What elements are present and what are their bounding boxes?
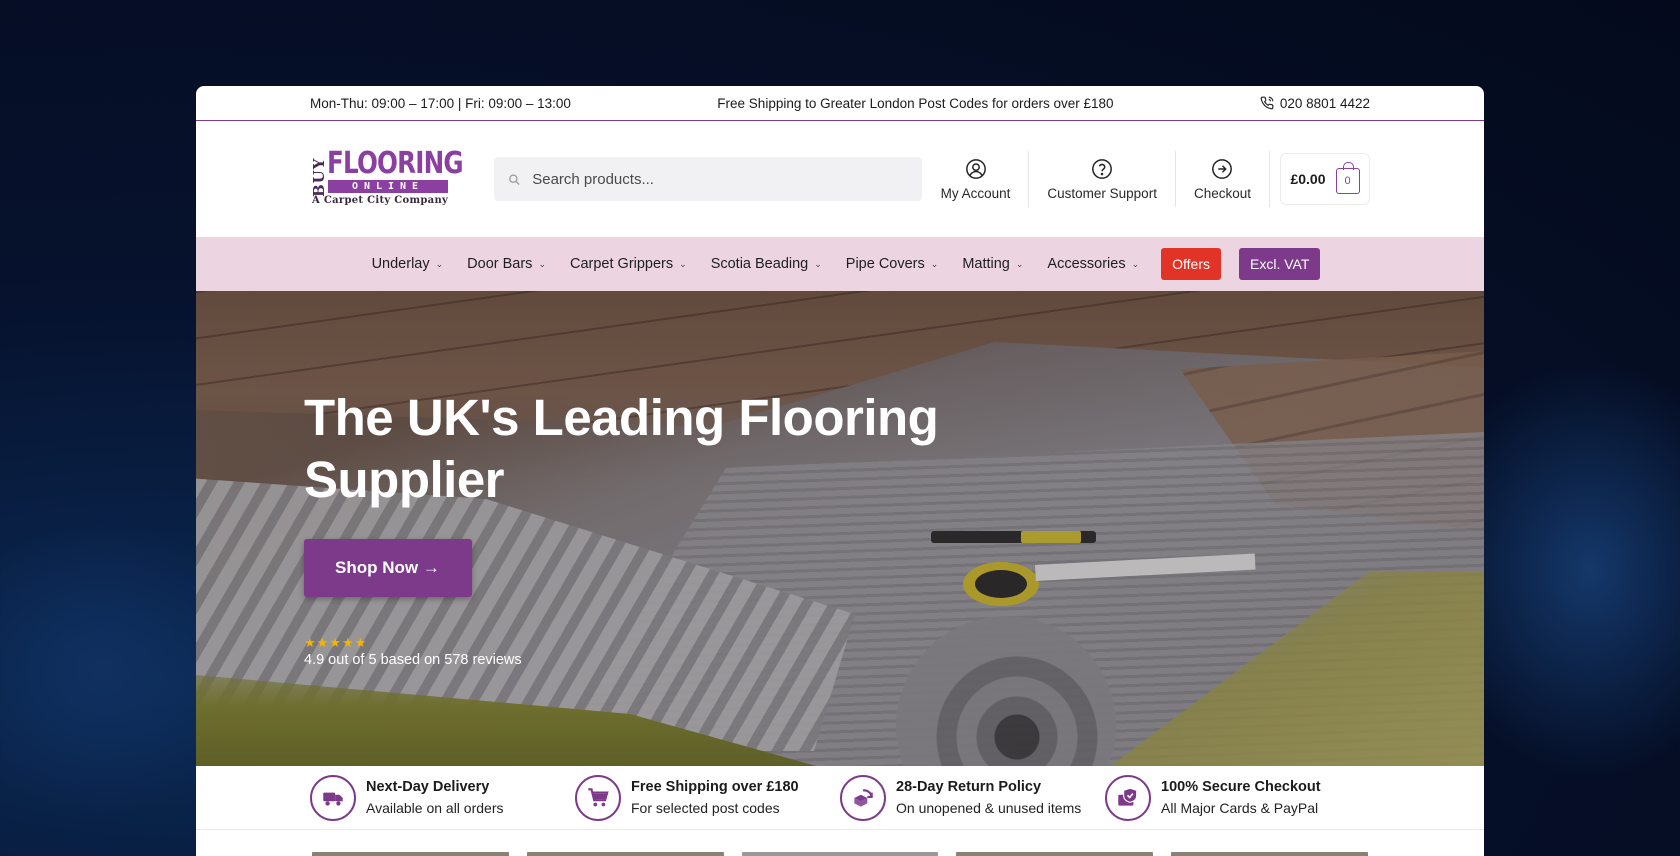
feature-title: 28-Day Return Policy: [896, 779, 1042, 795]
cart-count: 0: [1344, 175, 1351, 187]
nav-label: Door Bars: [467, 256, 533, 272]
nav-label: Pipe Covers: [845, 256, 925, 272]
browser-window: Mon-Thu: 09:00 – 17:00 | Fri: 09:00 – 13…: [196, 86, 1484, 856]
opening-hours: Mon-Thu: 09:00 – 17:00 | Fri: 09:00 – 13…: [310, 95, 571, 111]
feature-subtitle: For selected post codes: [631, 800, 780, 816]
chevron-down-icon: ⌄: [814, 258, 822, 269]
return-box-icon: [840, 774, 886, 821]
category-thumbnails: [196, 830, 1484, 856]
nav-label: Carpet Grippers: [569, 256, 674, 272]
offers-button[interactable]: Offers: [1161, 248, 1222, 280]
logo-buy: BUY: [310, 157, 328, 197]
chevron-down-icon: ⌄: [1131, 258, 1140, 269]
checkout-link[interactable]: Checkout: [1176, 151, 1270, 207]
nav-item-scotia-beading[interactable]: Scotia Beading ⌄: [699, 256, 834, 272]
logo-tagline: A Carpet City Company: [312, 195, 449, 206]
nav-label: Accessories: [1047, 256, 1126, 272]
logo-flooring: FLOORING: [327, 146, 464, 181]
header-actions: My Account Customer Support Checkout £0.…: [923, 151, 1370, 207]
category-thumbnail[interactable]: [741, 852, 939, 856]
phone-link[interactable]: 020 8801 4422: [1260, 96, 1370, 111]
hero-title: The UK's Leading Flooring Supplier: [304, 389, 939, 508]
rating-stars-icon: ★★★★★: [304, 635, 368, 650]
category-thumbnail[interactable]: [1171, 852, 1368, 856]
category-thumbnail[interactable]: [956, 852, 1154, 856]
arrow-right-circle-icon: [1212, 158, 1233, 179]
help-question-icon: [1092, 158, 1113, 179]
main-navigation: Underlay ⌄ Door Bars ⌄ Carpet Grippers ⌄ Sc…: [196, 237, 1484, 291]
nav-item-matting[interactable]: Matting ⌄: [950, 256, 1035, 272]
site-logo[interactable]: BUY FLOORING ONLINE A Carpet City Compan…: [310, 148, 464, 210]
search-bar: [494, 157, 922, 201]
feature-free-shipping: Free Shipping over £180 For selected post…: [575, 774, 840, 821]
feature-secure-checkout: 100% Secure Checkout All Major Cards & Pa…: [1105, 774, 1370, 821]
feature-title: 100% Secure Checkout: [1161, 779, 1321, 795]
feature-subtitle: Available on all orders: [366, 800, 504, 816]
shop-now-button[interactable]: Shop Now →: [304, 539, 472, 597]
vat-toggle-button[interactable]: Excl. VAT: [1239, 248, 1321, 280]
delivery-truck-icon: [310, 774, 356, 821]
user-account-icon: [965, 158, 986, 179]
nav-label: Scotia Beading: [710, 256, 809, 272]
nav-item-pipe-covers[interactable]: Pipe Covers ⌄: [834, 256, 951, 272]
shopping-bag-icon: 0: [1335, 162, 1360, 194]
phone-number: 020 8801 4422: [1279, 95, 1370, 111]
feature-subtitle: On unopened & unused items: [896, 800, 1082, 816]
chevron-down-icon: ⌄: [435, 258, 444, 269]
customer-support-link[interactable]: Customer Support: [1029, 151, 1176, 207]
site-header: BUY FLOORING ONLINE A Carpet City Compan…: [196, 121, 1484, 237]
customer-support-label: Customer Support: [1047, 185, 1157, 201]
feature-return-policy: 28-Day Return Policy On unopened & unused…: [840, 774, 1105, 821]
search-input[interactable]: [532, 170, 908, 188]
feature-strip: Next-Day Delivery Available on all orders…: [196, 766, 1484, 830]
feature-title: Next-Day Delivery: [366, 779, 490, 795]
search-icon: [509, 174, 520, 185]
cart-button[interactable]: £0.00 0: [1280, 153, 1370, 205]
shopping-cart-icon: [575, 774, 621, 821]
my-account-label: My Account: [940, 185, 1011, 201]
secure-card-icon: [1105, 774, 1151, 821]
rating-summary: 4.9 out of 5 based on 578 reviews: [304, 652, 522, 668]
feature-next-day-delivery: Next-Day Delivery Available on all orders: [310, 774, 575, 821]
hero-content: The UK's Leading Flooring Supplier Shop …: [304, 387, 944, 668]
chevron-down-icon: ⌄: [679, 258, 687, 269]
my-account-link[interactable]: My Account: [923, 151, 1030, 207]
category-thumbnail[interactable]: [312, 852, 509, 856]
feature-title: Free Shipping over £180: [631, 779, 799, 795]
nav-item-underlay[interactable]: Underlay ⌄: [360, 256, 456, 272]
feature-subtitle: All Major Cards & PayPal: [1161, 800, 1319, 816]
top-info-bar: Mon-Thu: 09:00 – 17:00 | Fri: 09:00 – 13…: [196, 86, 1484, 121]
checkout-label: Checkout: [1193, 185, 1251, 201]
nav-item-carpet-grippers[interactable]: Carpet Grippers ⌄: [558, 256, 699, 272]
chevron-down-icon: ⌄: [930, 258, 939, 269]
shipping-notice: Free Shipping to Greater London Post Cod…: [717, 95, 1114, 111]
nav-item-door-bars[interactable]: Door Bars ⌄: [455, 256, 558, 272]
chevron-down-icon: ⌄: [538, 258, 546, 269]
nav-label: Matting: [962, 256, 1010, 272]
phone-icon: [1260, 96, 1274, 110]
chevron-down-icon: ⌄: [1015, 258, 1024, 269]
category-thumbnail[interactable]: [526, 852, 724, 856]
cart-total: £0.00: [1290, 171, 1326, 187]
nav-item-accessories[interactable]: Accessories ⌄: [1035, 256, 1151, 272]
nav-label: Underlay: [371, 256, 430, 272]
logo-online: ONLINE: [328, 180, 448, 193]
hero-banner: The UK's Leading Flooring Supplier Shop …: [196, 291, 1484, 766]
